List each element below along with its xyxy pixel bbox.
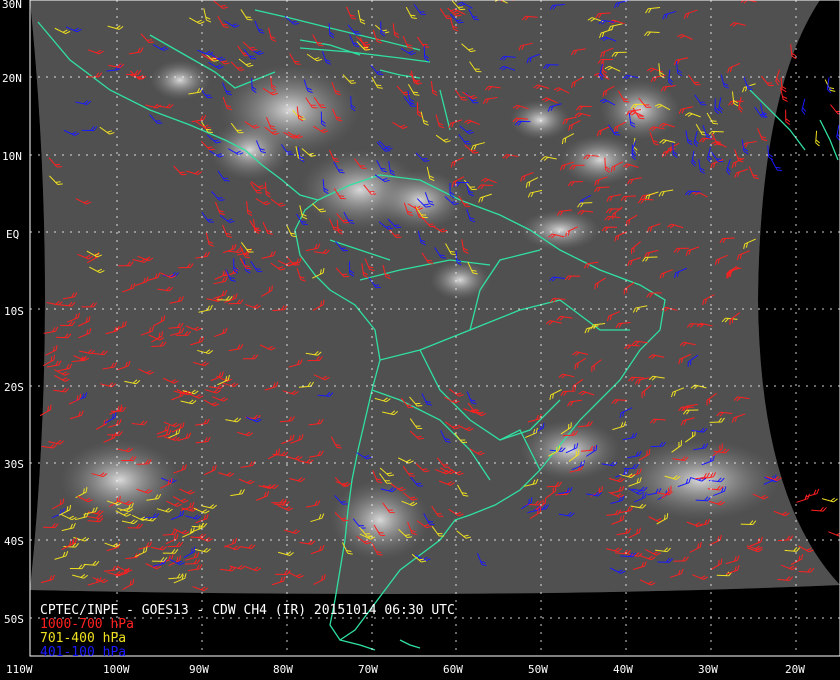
- cloud-patch: [210, 120, 290, 180]
- wind-barb: [815, 130, 821, 147]
- lon-label: 80W: [273, 663, 293, 676]
- wind-barb: [824, 79, 836, 92]
- title-text: CPTEC/INPE - GOES13 - CDW CH4 (IR) 20151…: [40, 603, 455, 618]
- lon-label: 60W: [443, 663, 463, 676]
- cloud-patch: [430, 260, 490, 300]
- latitude-labels: 30N 20N 10N EQ 10S 20S 30S 40S 50S: [2, 0, 24, 626]
- wind-barb: [770, 159, 783, 172]
- wind-barb: [836, 125, 840, 141]
- wind-barb: [785, 109, 791, 126]
- legend-high: 401-100 hPa: [40, 645, 127, 660]
- lon-label: 20W: [785, 663, 805, 676]
- satellite-image: [30, 0, 840, 594]
- lat-label: 10S: [4, 305, 24, 318]
- lon-label: 30W: [698, 663, 718, 676]
- longitude-labels: 110W 100W 90W 80W 70W 60W 50W 40W 30W 20…: [6, 663, 805, 676]
- lon-label: 100W: [103, 663, 130, 676]
- wind-barb: [830, 104, 840, 115]
- lon-label: 40W: [613, 663, 633, 676]
- wind-barb: [828, 531, 840, 537]
- lat-label: 30S: [4, 458, 24, 471]
- legend-mid: 701-400 hPa: [40, 631, 127, 646]
- lat-label: 40S: [4, 535, 24, 548]
- lon-label: 90W: [189, 663, 209, 676]
- wind-barb: [811, 506, 827, 512]
- cloud-patch: [60, 440, 180, 520]
- lon-label: 70W: [358, 663, 378, 676]
- cloud-patch: [520, 210, 600, 250]
- cloud-patch: [520, 420, 620, 480]
- lat-label: 20N: [2, 72, 22, 85]
- lat-label: EQ: [6, 228, 19, 241]
- lat-label: 30N: [2, 0, 22, 11]
- lat-label: 20S: [4, 381, 24, 394]
- cloud-patch: [560, 135, 640, 185]
- wind-barb: [801, 98, 807, 115]
- wind-barb: [821, 497, 838, 503]
- satellite-wind-map: 30N 20N 10N EQ 10S 20S 30S 40S 50S 110W …: [2, 0, 840, 676]
- cloud-patch: [375, 170, 465, 230]
- lat-label: 50S: [4, 613, 24, 626]
- lat-label: 10N: [2, 150, 22, 163]
- lon-label: 110W: [6, 663, 33, 676]
- wind-barb: [796, 493, 810, 503]
- lon-label: 50W: [528, 663, 548, 676]
- cloud-patch: [150, 60, 210, 100]
- legend-low: 1000-700 hPa: [40, 617, 134, 632]
